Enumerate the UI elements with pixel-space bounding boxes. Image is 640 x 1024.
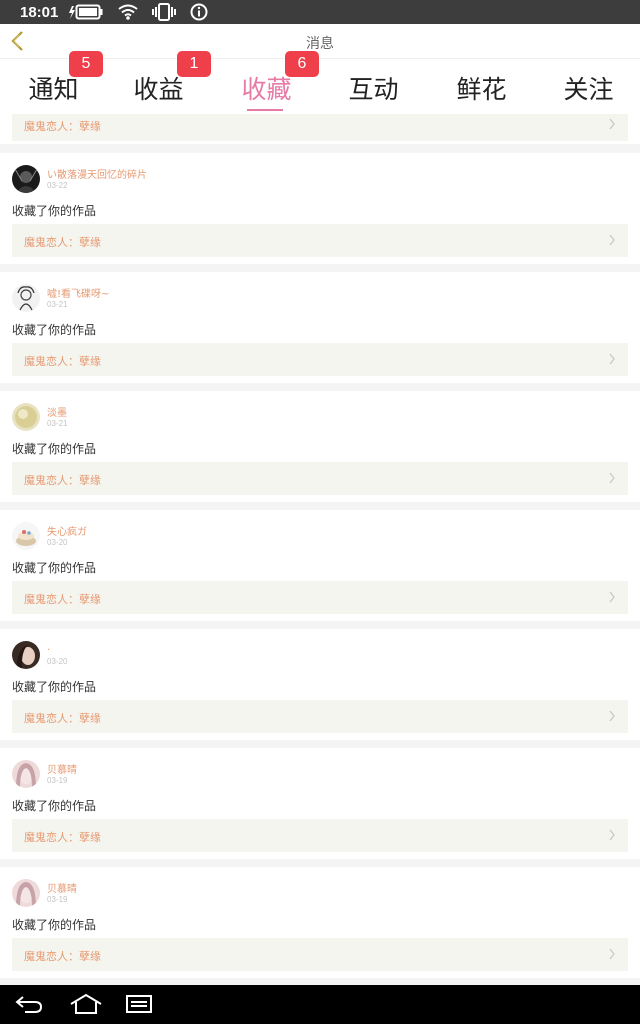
list-item: 贝慕晴 03-19 收藏了你的作品 魔鬼恋人：孽缘	[0, 867, 640, 978]
work-link[interactable]: 魔鬼恋人：孽缘	[12, 343, 628, 376]
work-link[interactable]: 魔鬼恋人：孽缘	[12, 224, 628, 257]
chevron-right-icon	[609, 591, 615, 603]
work-title: 魔鬼恋人：孽缘	[24, 474, 101, 487]
chevron-right-icon	[609, 829, 615, 841]
earnings-badge: 1	[177, 51, 211, 77]
recents-nav-icon[interactable]	[124, 991, 154, 1017]
item-date: 03-21	[47, 300, 68, 309]
chevron-right-icon	[609, 472, 615, 484]
tab-flowers[interactable]: 鲜花	[428, 59, 535, 115]
chevron-right-icon	[609, 353, 615, 365]
wifi-icon	[118, 4, 138, 20]
list-item: . 03-20 收藏了你的作品 魔鬼恋人：孽缘	[0, 629, 640, 740]
user-avatar[interactable]	[12, 879, 40, 907]
chevron-right-icon	[609, 234, 615, 246]
work-link[interactable]: 魔鬼恋人：孽缘	[12, 462, 628, 495]
username[interactable]: .	[47, 642, 50, 653]
user-avatar[interactable]	[12, 641, 40, 669]
page-title: 消息	[306, 36, 334, 52]
back-nav-icon[interactable]	[14, 991, 44, 1017]
username[interactable]: 贝慕晴	[47, 761, 77, 776]
user-avatar[interactable]	[12, 165, 40, 193]
work-title: 魔鬼恋人：孽缘	[24, 593, 101, 606]
item-date: 03-19	[47, 895, 68, 904]
system-nav-bar	[0, 985, 640, 1024]
notification-badge: 5	[69, 51, 103, 77]
work-title: 魔鬼恋人：孽缘	[24, 236, 101, 249]
item-date: 03-21	[47, 419, 68, 428]
item-date: 03-20	[47, 657, 68, 666]
tab-favorites[interactable]: 收藏 6	[213, 51, 320, 115]
username[interactable]: 淡墨	[47, 404, 67, 419]
tab-label: 互动	[348, 75, 399, 104]
action-text: 收藏了你的作品	[12, 918, 97, 932]
list-item: 嘘!看飞碟呀~ 03-21 收藏了你的作品 魔鬼恋人：孽缘	[0, 272, 640, 383]
work-link[interactable]: 魔鬼恋人：孽缘	[12, 819, 628, 852]
action-text: 收藏了你的作品	[12, 204, 97, 218]
action-text: 收藏了你的作品	[12, 680, 97, 694]
list-item: い散落漫天回忆的碎片 03-22 收藏了你的作品 魔鬼恋人：孽缘	[0, 153, 640, 264]
item-date: 03-19	[47, 776, 68, 785]
work-link[interactable]: 魔鬼恋人：孽缘	[12, 700, 628, 733]
tab-earnings[interactable]: 收益 1	[105, 51, 212, 115]
active-tab-indicator	[247, 109, 283, 111]
chevron-right-icon	[609, 948, 615, 960]
tab-notifications[interactable]: 通知 5	[0, 51, 107, 115]
work-title: 魔鬼恋人：孽缘	[24, 120, 101, 133]
action-text: 收藏了你的作品	[12, 323, 97, 337]
user-avatar[interactable]	[12, 284, 40, 312]
info-icon	[190, 3, 208, 21]
work-title: 魔鬼恋人：孽缘	[24, 950, 101, 963]
action-text: 收藏了你的作品	[12, 442, 97, 456]
list-item: 失心疯ガ 03-20 收藏了你的作品 魔鬼恋人：孽缘	[0, 510, 640, 621]
work-link[interactable]: 魔鬼恋人：孽缘	[12, 114, 628, 141]
user-avatar[interactable]	[12, 760, 40, 788]
list-item: 贝慕晴 03-19 收藏了你的作品 魔鬼恋人：孽缘	[0, 748, 640, 859]
user-avatar[interactable]	[12, 522, 40, 550]
work-link[interactable]: 魔鬼恋人：孽缘	[12, 938, 628, 971]
item-date: 03-22	[47, 181, 68, 190]
favorites-badge: 6	[285, 51, 319, 77]
work-title: 魔鬼恋人：孽缘	[24, 831, 101, 844]
tab-following[interactable]: 关注	[535, 59, 640, 115]
work-title: 魔鬼恋人：孽缘	[24, 712, 101, 725]
username[interactable]: 嘘!看飞碟呀~	[47, 285, 109, 300]
username[interactable]: 贝慕晴	[47, 880, 77, 895]
work-title: 魔鬼恋人：孽缘	[24, 355, 101, 368]
username[interactable]: い散落漫天回忆的碎片	[47, 166, 147, 181]
battery-charging-icon	[68, 4, 104, 20]
action-text: 收藏了你的作品	[12, 561, 97, 575]
tab-interactions[interactable]: 互动	[320, 59, 427, 115]
item-date: 03-20	[47, 538, 68, 547]
favorites-feed[interactable]: 魔鬼恋人：孽缘 い散落漫天回忆的碎片 03-22 收藏了你的作品 魔鬼恋人：孽缘…	[0, 114, 640, 985]
status-bar: 18:01	[0, 0, 640, 24]
home-nav-icon[interactable]	[68, 991, 104, 1017]
tab-label: 鲜花	[456, 75, 507, 104]
list-item: 魔鬼恋人：孽缘	[0, 114, 640, 144]
list-item: 淡墨 03-21 收藏了你的作品 魔鬼恋人：孽缘	[0, 391, 640, 502]
action-text: 收藏了你的作品	[12, 799, 97, 813]
username[interactable]: 失心疯ガ	[47, 523, 87, 538]
tab-bar: 通知 5 收益 1 收藏 6 互动 鲜花 关注	[0, 51, 640, 115]
user-avatar[interactable]	[12, 403, 40, 431]
tab-label: 关注	[563, 75, 614, 104]
vibrate-icon	[152, 3, 177, 21]
status-time: 18:01	[20, 3, 59, 21]
work-link[interactable]: 魔鬼恋人：孽缘	[12, 581, 628, 614]
chevron-right-icon	[609, 710, 615, 722]
chevron-right-icon	[609, 118, 615, 130]
